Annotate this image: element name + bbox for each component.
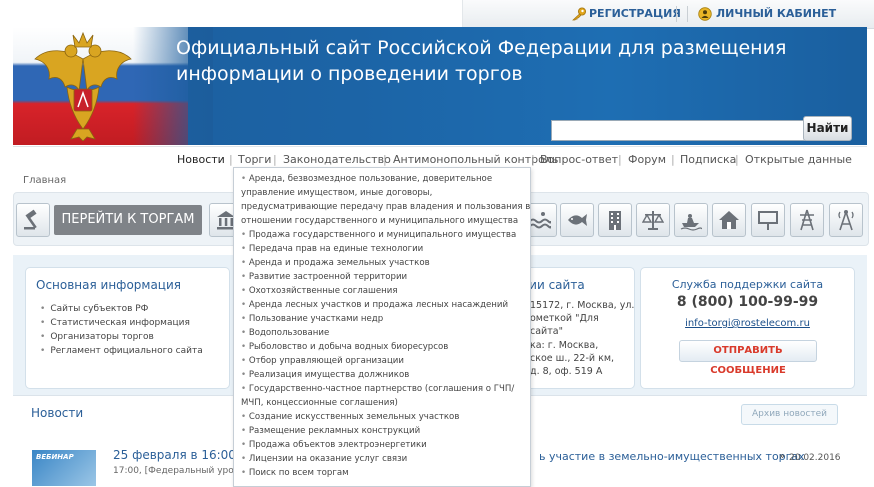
dropdown-item-debtor-property[interactable]: Реализация имущества должников	[241, 368, 409, 382]
dropdown-item-land-plots[interactable]: Аренда и продажа земельных участков	[241, 256, 430, 270]
coat-of-arms-icon	[34, 31, 132, 141]
news-item-date: 20.02.2016	[789, 453, 841, 463]
support-title: Служба поддержки сайта	[671, 278, 824, 291]
category-housing[interactable]	[712, 203, 746, 237]
go-to-trades-button[interactable]: ПЕРЕЙТИ К ТОРГАМ	[54, 205, 202, 235]
news-item-meta: 17:00, [Федеральный уров	[113, 466, 240, 476]
news-title: Новости	[31, 406, 84, 420]
dropdown-item-fishing[interactable]: Рыболовство и добыча водных биоресурсов	[241, 340, 449, 354]
dropdown-item-artificial-land[interactable]: Создание искусственных земельных участко…	[241, 410, 460, 424]
news-item-title-start[interactable]: 25 февраля в 16:00 с	[113, 448, 246, 462]
dropdown-item-water-use[interactable]: Водопользование	[241, 326, 329, 340]
main-info-card: Основная информация Сайты субъектов РФ С…	[25, 267, 230, 389]
register-link[interactable]: РЕГИСТРАЦИЯ	[589, 7, 681, 20]
news-thumbnail-label: ВЕБИНАР	[36, 453, 74, 461]
dropdown-item-tech-rights[interactable]: Передача прав на единые технологии	[241, 242, 423, 256]
main-info-title: Основная информация	[36, 278, 181, 292]
user-cabinet-icon	[698, 7, 712, 21]
search-button[interactable]: Найти	[803, 116, 852, 141]
fish-icon	[568, 214, 587, 226]
topbar-divider	[676, 6, 688, 22]
top-bar: РЕГИСТРАЦИЯ ЛИЧНЫЙ КАБИНЕТ	[462, 0, 874, 29]
news-archive-button[interactable]: Архив новостей	[741, 404, 838, 425]
dropdown-item-lease-cont[interactable]: предусматривающие передачу прав владения…	[241, 200, 530, 214]
breadcrumb[interactable]: Главная	[23, 175, 66, 186]
news-thumbnail[interactable]: ВЕБИНАР	[32, 450, 96, 486]
dropdown-item-management-org[interactable]: Отбор управляющей организации	[241, 354, 404, 368]
category-communications[interactable]	[829, 203, 863, 237]
nav-item-news[interactable]: Новости	[177, 153, 225, 166]
dropdown-item-hunting[interactable]: Охотхозяйственные соглашения	[241, 284, 398, 298]
main-info-link-regulations[interactable]: Регламент официального сайта	[40, 346, 202, 356]
category-power-grid[interactable]	[790, 203, 824, 237]
antenna-icon	[838, 210, 854, 231]
house-icon	[719, 211, 739, 229]
main-info-link-organizers[interactable]: Организаторы торгов	[40, 332, 154, 342]
trades-dropdown-menu: Аренда, безвозмездное пользование, довер…	[233, 167, 531, 487]
nav-item-open-data[interactable]: Открытые данные	[745, 153, 852, 166]
support-phone: 8 (800) 100-99-99	[676, 294, 819, 310]
dropdown-item-property-sale[interactable]: Продажа государственного и муниципальног…	[241, 228, 516, 242]
nav-item-forum[interactable]: Форум	[628, 153, 666, 166]
main-info-link-regions[interactable]: Сайты субъектов РФ	[40, 304, 148, 314]
category-advertising[interactable]	[751, 203, 785, 237]
support-card: Служба поддержки сайта 8 (800) 100-99-99…	[640, 267, 855, 389]
water-icon	[529, 212, 551, 229]
news-item-quote: »	[779, 451, 786, 462]
main-info-link-statistics[interactable]: Статистическая информация	[40, 318, 190, 328]
dropdown-item-ppp[interactable]: Государственно-частное партнерство (согл…	[241, 382, 514, 396]
site-banner: Официальный сайт Российской Федерации дл…	[13, 27, 867, 145]
dropdown-item-lease-cont[interactable]: отношении государственного и муниципальн…	[241, 214, 518, 228]
billboard-icon	[758, 211, 778, 230]
power-line-icon	[800, 209, 814, 231]
search-input[interactable]	[551, 120, 805, 141]
category-water-transport[interactable]	[674, 203, 708, 237]
personal-cabinet-link[interactable]: ЛИЧНЫЙ КАБИНЕТ	[716, 7, 836, 20]
dropdown-item-built-territory[interactable]: Развитие застроенной территории	[241, 270, 407, 284]
dropdown-item-subsoil[interactable]: Пользование участками недр	[241, 312, 383, 326]
dropdown-item-search-all[interactable]: Поиск по всем торгам	[241, 466, 349, 480]
site-title-line1: Официальный сайт Российской Федерации дл…	[176, 37, 787, 59]
support-email-link[interactable]: info-torgi@rostelecom.ru	[641, 318, 854, 329]
dropdown-item-lease[interactable]: Аренда, безвозмездное пользование, довер…	[241, 172, 492, 186]
category-fishing[interactable]	[560, 203, 594, 237]
dropdown-item-power-objects[interactable]: Продажа объектов электроэнергетики	[241, 438, 427, 452]
dropdown-item-forest[interactable]: Аренда лесных участков и продажа лесных …	[241, 298, 508, 312]
category-real-estate[interactable]	[598, 203, 632, 237]
dropdown-item-advertising[interactable]: Размещение рекламных конструкций	[241, 424, 420, 438]
nav-item-subscription[interactable]: Подписка	[680, 153, 736, 166]
site-title-line2: информации о проведении торгов	[176, 63, 523, 85]
nav-item-faq[interactable]: Вопрос-ответ	[540, 153, 618, 166]
send-message-button[interactable]: ОТПРАВИТЬ СООБЩЕНИЕ	[679, 340, 817, 376]
jetski-icon	[680, 214, 702, 231]
key-icon	[572, 7, 586, 21]
dropdown-item-lease-cont[interactable]: управление имуществом, иные договоры,	[241, 186, 432, 200]
dropdown-item-ppp-cont[interactable]: МЧП, концессионные соглашения)	[241, 396, 398, 410]
news-item-title-end[interactable]: ь участие в земельно-имущественных торга…	[539, 450, 805, 463]
gavel-icon	[24, 209, 37, 230]
category-auction[interactable]	[16, 203, 50, 237]
scales-icon	[642, 211, 664, 230]
nav-item-legislation[interactable]: Законодательство	[283, 153, 391, 166]
building-icon	[609, 211, 621, 230]
dropdown-item-telecom-licenses[interactable]: Лицензии на оказание услуг связи	[241, 452, 407, 466]
category-legal[interactable]	[636, 203, 670, 237]
nav-item-trades[interactable]: Торги	[238, 153, 271, 166]
